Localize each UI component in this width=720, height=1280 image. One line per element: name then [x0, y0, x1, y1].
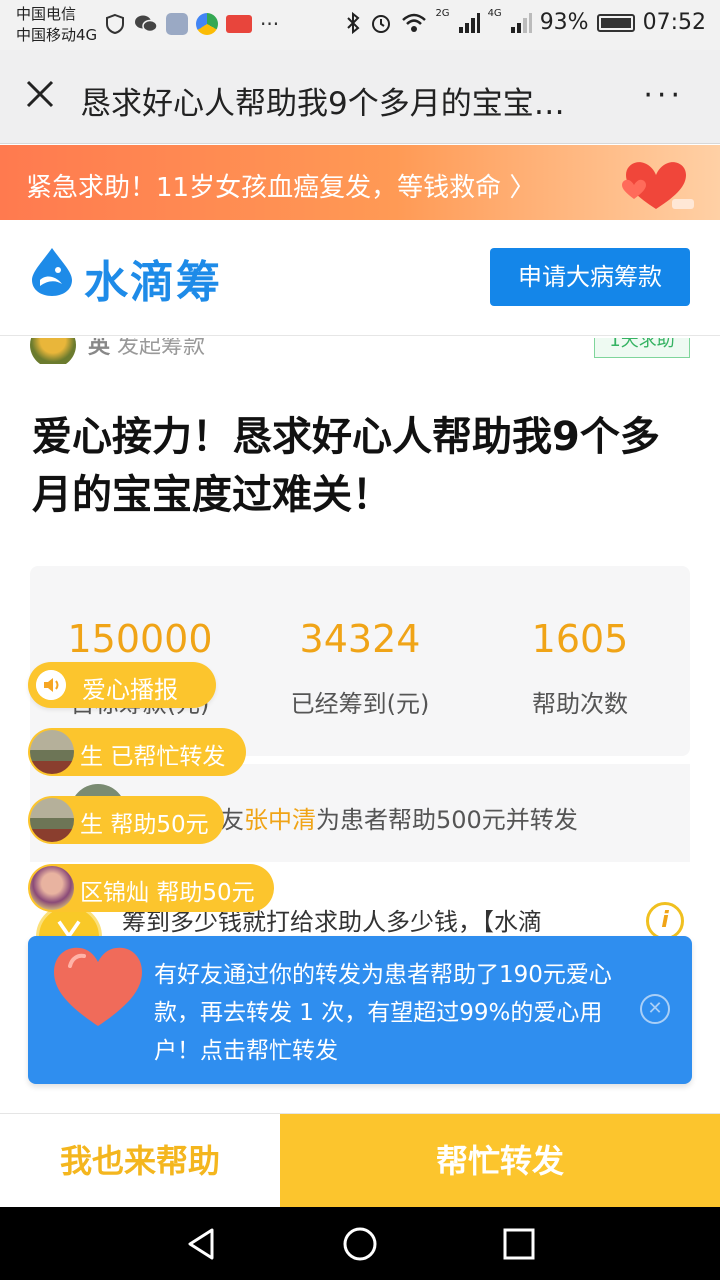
broadcast-action: 已帮忙转发	[110, 744, 226, 770]
campaign-title: 爱心接力！恳求好心人帮助我9个多月的宝宝度过难关！	[32, 414, 660, 518]
bluetooth-icon	[347, 11, 360, 34]
stat-raised: 34324 已经筹到(元)	[250, 614, 470, 719]
alarm-icon	[372, 14, 391, 33]
broadcast-text: 生 已帮忙转发	[80, 737, 225, 771]
clock: 07:52	[642, 10, 706, 35]
more-options-icon[interactable]: ···	[643, 81, 684, 111]
wechat-icon	[135, 15, 158, 33]
urgent-help-banner[interactable]: 紧急求助！11岁女孩血癌复发，等钱救命 〉	[0, 145, 720, 220]
app-icon	[166, 13, 188, 35]
close-icon[interactable]: ✕	[640, 994, 670, 1024]
info-icon[interactable]: i	[646, 902, 684, 940]
broadcast-text: 生 帮助50元	[80, 805, 209, 839]
broadcast-user: 生	[80, 812, 103, 838]
more-notifications-icon: ···	[260, 12, 280, 36]
initiator-info: 英 发起筹款	[88, 338, 205, 360]
love-broadcast-label: 爱心播报	[82, 676, 178, 704]
stat-label: 帮助次数	[532, 690, 628, 718]
wifi-icon	[402, 13, 427, 32]
broadcast-text: 区锦灿 帮助50元	[80, 873, 255, 907]
heart-icon	[54, 947, 142, 1026]
carrier-info: 中国电信 中国移动4G	[16, 4, 97, 46]
broadcast-action: 帮助50元	[156, 880, 255, 906]
stat-label: 已经筹到(元)	[290, 690, 430, 718]
toutiao-icon	[226, 15, 252, 33]
stat-value: 1605	[531, 617, 629, 661]
user-avatar	[30, 866, 74, 910]
signal-icon	[510, 12, 532, 33]
system-navigation-bar	[0, 1207, 720, 1280]
apply-fundraising-button[interactable]: 申请大病筹款	[490, 248, 690, 306]
urgent-banner-text: 紧急求助！11岁女孩血癌复发，等钱救命 〉	[26, 173, 536, 203]
broadcast-user: 生	[80, 744, 103, 770]
carrier-line-1: 中国电信	[16, 5, 77, 23]
shield-icon	[106, 13, 124, 35]
carrier-line-2: 中国移动4G	[16, 26, 98, 44]
page-title: 恳求好心人帮助我9个多月的宝宝…	[80, 86, 565, 122]
share-reminder-toast[interactable]: 有好友通过你的转发为患者帮助了190元爱心款，再去转发 1 次，有望超过99%的…	[28, 936, 692, 1084]
love-broadcast-pill[interactable]: 爱心播报	[28, 662, 216, 708]
stat-help-count: 1605 帮助次数	[470, 614, 690, 719]
days-badge: 1天求助	[594, 338, 690, 358]
signal-icon	[458, 12, 480, 33]
broadcast-item: 区锦灿 帮助50元	[28, 864, 274, 912]
network-4g-label: 4G	[487, 8, 502, 19]
help-button[interactable]: 我也来帮助	[0, 1114, 280, 1208]
broadcast-action: 帮助50元	[110, 812, 209, 838]
brand-header: 水滴筹 申请大病筹款	[0, 220, 720, 336]
stat-value: 34324	[299, 617, 421, 661]
battery-percent: 93%	[539, 10, 589, 35]
home-icon[interactable]	[341, 1225, 379, 1263]
back-icon[interactable]	[182, 1225, 220, 1263]
battery-icon	[596, 13, 635, 32]
feed-text: 友张中清为患者帮助500元并转发	[220, 800, 578, 835]
broadcast-user: 区锦灿	[80, 880, 149, 906]
user-avatar	[30, 730, 74, 774]
stat-value: 150000	[67, 617, 213, 661]
toast-message: 有好友通过你的转发为患者帮助了190元爱心款，再去转发 1 次，有望超过99%的…	[154, 962, 612, 1064]
speaker-icon	[36, 670, 66, 700]
hearts-icon	[622, 162, 694, 209]
donor-name-link[interactable]: 张中清	[244, 806, 316, 834]
app-icon	[196, 13, 218, 35]
nav-bar: 恳求好心人帮助我9个多月的宝宝… ···	[0, 50, 720, 144]
close-icon[interactable]	[22, 76, 58, 112]
initiator-avatar	[30, 338, 76, 364]
network-2g-label: 2G	[435, 8, 450, 19]
system-indicators: 2G 4G 93% 07:52	[345, 8, 706, 35]
feed-action: 为患者帮助500元并转发	[316, 806, 578, 834]
brand-logo-text: 水滴筹	[84, 257, 222, 308]
broadcast-item: 生 帮助50元	[28, 796, 224, 844]
initiator-name: 英	[88, 338, 111, 359]
bottom-action-bar: 我也来帮助 帮忙转发	[0, 1113, 720, 1208]
initiator-action: 发起筹款	[117, 338, 206, 359]
share-button[interactable]: 帮忙转发	[280, 1114, 720, 1208]
notification-icons: ···	[104, 12, 279, 36]
user-avatar	[30, 798, 74, 842]
status-bar: 中国电信 中国移动4G ··· 2G 4G 93% 07:52	[0, 0, 720, 50]
broadcast-item: 生 已帮忙转发	[28, 728, 246, 776]
initiator-row: 英 发起筹款 1天求助	[30, 338, 690, 364]
water-drop-logo-icon	[32, 248, 72, 296]
recent-apps-icon[interactable]	[500, 1225, 538, 1263]
